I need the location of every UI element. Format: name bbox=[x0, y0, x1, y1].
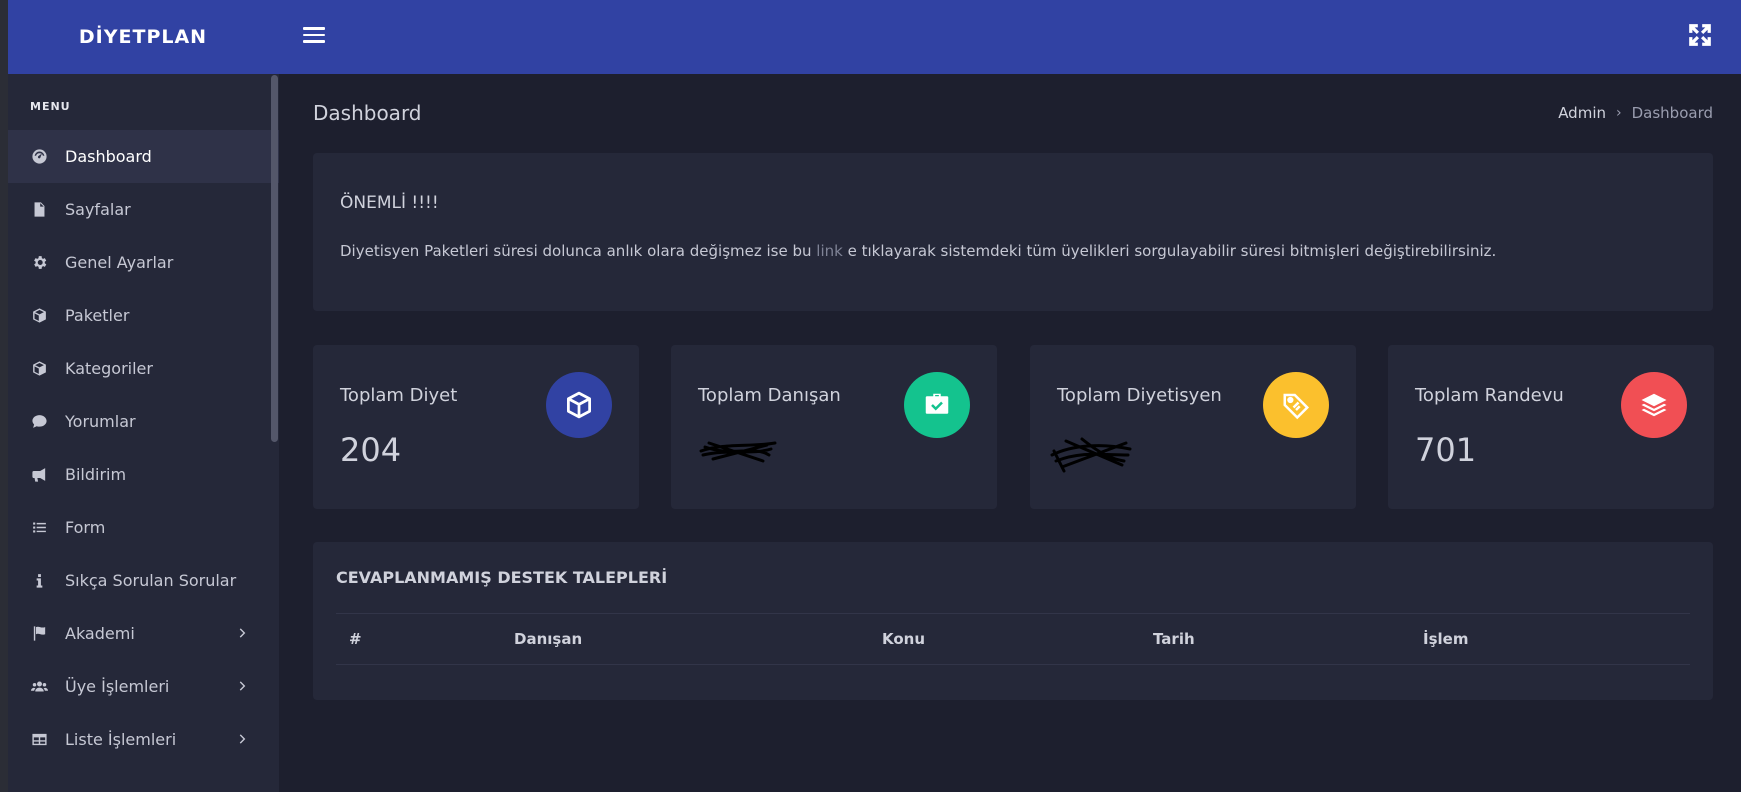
chevron-right-icon bbox=[239, 734, 246, 744]
stat-label: Toplam Randevu bbox=[1415, 385, 1564, 406]
notice-card: ÖNEMLİ !!!! Diyetisyen Paketleri süresi … bbox=[313, 153, 1713, 311]
sidebar-item-label: Form bbox=[65, 518, 106, 537]
sidebar-item-label: Akademi bbox=[65, 624, 135, 643]
breadcrumb: Admin › Dashboard bbox=[1558, 104, 1713, 122]
notice-title: ÖNEMLİ !!!! bbox=[340, 193, 439, 213]
stat-label: Toplam Diyetisyen bbox=[1057, 385, 1222, 406]
support-title: CEVAPLANMAMIŞ DESTEK TALEPLERİ bbox=[336, 568, 668, 587]
column-header-danisan[interactable]: Danışan bbox=[514, 630, 582, 648]
support-requests-card: CEVAPLANMAMIŞ DESTEK TALEPLERİ # Danışan… bbox=[313, 542, 1713, 700]
box-icon bbox=[30, 360, 48, 378]
stat-card-toplam-randevu: Toplam Randevu 701 bbox=[1388, 345, 1714, 509]
sidebar-item-liste-islemleri[interactable]: Liste İşlemleri bbox=[8, 713, 279, 766]
column-header-konu[interactable]: Konu bbox=[882, 630, 925, 648]
sidebar-item-label: Dashboard bbox=[65, 147, 152, 166]
chevron-right-icon: › bbox=[1616, 105, 1622, 121]
sidebar-item-label: Yorumlar bbox=[65, 412, 136, 431]
sidebar-scrollbar[interactable] bbox=[271, 75, 278, 442]
comment-icon bbox=[30, 413, 48, 431]
hamburger-icon bbox=[303, 27, 325, 30]
window-edge bbox=[0, 0, 8, 792]
users-icon bbox=[30, 678, 48, 696]
menu-toggle-button[interactable] bbox=[303, 23, 331, 51]
sidebar-item-uye-islemleri[interactable]: Üye İşlemleri bbox=[8, 660, 279, 713]
redaction-scribble bbox=[1050, 437, 1132, 473]
gear-icon bbox=[30, 254, 48, 272]
sidebar-item-paketler[interactable]: Paketler bbox=[8, 289, 279, 342]
megaphone-icon bbox=[30, 466, 48, 484]
top-bar: DİYETPLAN bbox=[8, 0, 1741, 74]
fullscreen-icon bbox=[1689, 24, 1711, 46]
menu-title: MENU bbox=[30, 100, 71, 113]
stat-card-toplam-diyet: Toplam Diyet 204 bbox=[313, 345, 639, 509]
notice-link[interactable]: link bbox=[816, 242, 843, 260]
sidebar-item-form[interactable]: Form bbox=[8, 501, 279, 554]
sidebar-item-genel-ayarlar[interactable]: Genel Ayarlar bbox=[8, 236, 279, 289]
info-icon bbox=[30, 572, 48, 590]
fullscreen-button[interactable] bbox=[1687, 22, 1713, 48]
chevron-right-icon bbox=[239, 628, 246, 638]
stat-value: 204 bbox=[340, 431, 402, 469]
stat-label: Toplam Diyet bbox=[340, 385, 458, 406]
table-icon bbox=[30, 731, 48, 749]
breadcrumb-admin-link[interactable]: Admin bbox=[1558, 104, 1606, 122]
sidebar-item-bildirim[interactable]: Bildirim bbox=[8, 448, 279, 501]
column-header-islem[interactable]: İşlem bbox=[1423, 630, 1468, 648]
sidebar-item-label: Sayfalar bbox=[65, 200, 131, 219]
sidebar-item-label: Paketler bbox=[65, 306, 130, 325]
sidebar-item-label: Üye İşlemleri bbox=[65, 677, 170, 696]
flag-icon bbox=[30, 625, 48, 643]
sidebar-item-akademi[interactable]: Akademi bbox=[8, 607, 279, 660]
sidebar-item-label: Kategoriler bbox=[65, 359, 153, 378]
layers-icon bbox=[1621, 372, 1687, 438]
sidebar-item-sayfalar[interactable]: Sayfalar bbox=[8, 183, 279, 236]
dashboard-gauge-icon bbox=[30, 148, 48, 166]
stat-card-toplam-danisan: Toplam Danışan bbox=[671, 345, 997, 509]
sidebar-item-dashboard[interactable]: Dashboard bbox=[8, 130, 279, 183]
sidebar-item-sss[interactable]: Sıkça Sorulan Sorular bbox=[8, 554, 279, 607]
cube-icon bbox=[546, 372, 612, 438]
briefcase-check-icon bbox=[904, 372, 970, 438]
column-header-number[interactable]: # bbox=[349, 630, 362, 648]
file-icon bbox=[30, 201, 48, 219]
sidebar-item-yorumlar[interactable]: Yorumlar bbox=[8, 395, 279, 448]
sidebar-item-kategoriler[interactable]: Kategoriler bbox=[8, 342, 279, 395]
stat-card-toplam-diyetisyen: Toplam Diyetisyen bbox=[1030, 345, 1356, 509]
chevron-right-icon bbox=[239, 681, 246, 691]
sidebar-menu: Dashboard Sayfalar Genel Ayarlar Paketle… bbox=[8, 130, 279, 766]
tag-icon bbox=[1263, 372, 1329, 438]
brand-logo[interactable]: DİYETPLAN bbox=[8, 0, 278, 74]
redaction-scribble bbox=[699, 441, 777, 463]
sidebar-item-label: Liste İşlemleri bbox=[65, 730, 177, 749]
support-table: # Danışan Konu Tarih İşlem bbox=[336, 613, 1690, 665]
sidebar-item-label: Sıkça Sorulan Sorular bbox=[65, 571, 237, 590]
sidebar: MENU Dashboard Sayfalar Genel Ayarlar Pa… bbox=[8, 74, 279, 792]
stat-value: 701 bbox=[1415, 431, 1477, 469]
breadcrumb-current: Dashboard bbox=[1631, 104, 1713, 122]
list-icon bbox=[30, 519, 48, 537]
column-header-tarih[interactable]: Tarih bbox=[1153, 630, 1195, 648]
page-title: Dashboard bbox=[313, 101, 422, 125]
stat-label: Toplam Danışan bbox=[698, 385, 841, 406]
sidebar-item-label: Bildirim bbox=[65, 465, 127, 484]
sidebar-item-label: Genel Ayarlar bbox=[65, 253, 174, 272]
notice-text: Diyetisyen Paketleri süresi dolunca anlı… bbox=[340, 242, 1497, 260]
box-icon bbox=[30, 307, 48, 325]
